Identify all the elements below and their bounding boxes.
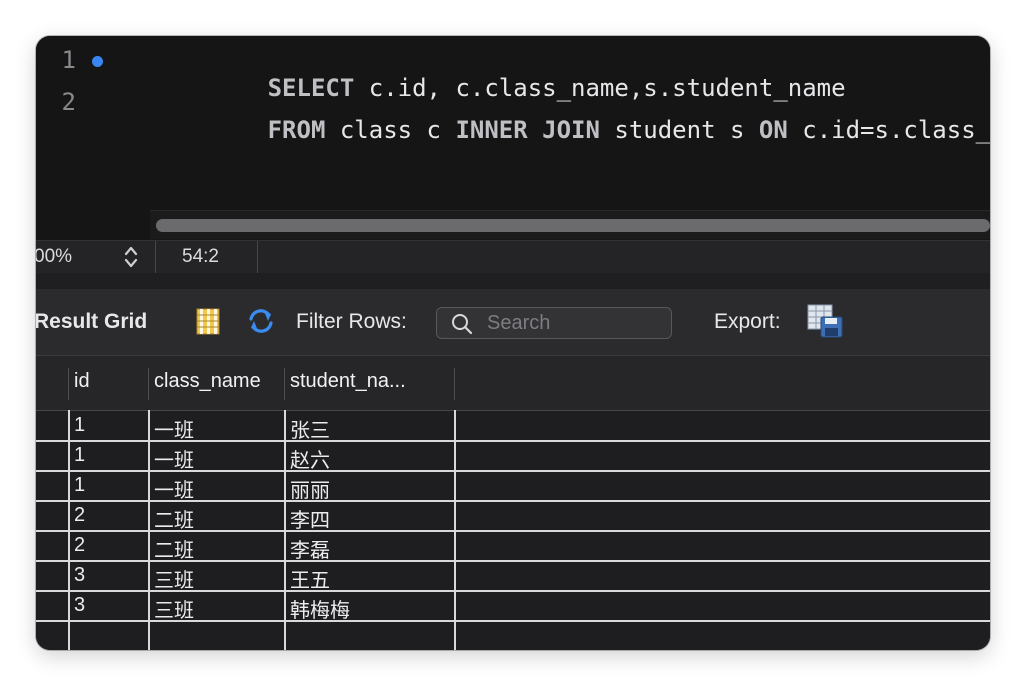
- cell-id[interactable]: 1: [74, 474, 85, 497]
- code-text: class c: [325, 116, 456, 144]
- cell-id[interactable]: 2: [74, 534, 85, 557]
- export-icon[interactable]: [806, 303, 844, 339]
- refresh-icon[interactable]: [246, 306, 276, 336]
- divider: [257, 241, 258, 273]
- table-row[interactable]: 2 二班 李磊: [36, 532, 990, 563]
- horizontal-scrollbar[interactable]: [150, 210, 990, 239]
- column-header-class-name[interactable]: class_name: [154, 370, 261, 393]
- sql-editor[interactable]: 1 SELECT c.id, c.class_name,s.student_na…: [36, 36, 990, 240]
- filter-rows-label: Filter Rows:: [296, 310, 407, 333]
- editor-line-1[interactable]: 1 SELECT c.id, c.class_name,s.student_na…: [36, 40, 990, 102]
- cell-student-name[interactable]: 丽丽: [290, 474, 330, 503]
- row-divider: [36, 470, 990, 472]
- cell-id[interactable]: 3: [74, 594, 85, 617]
- cell-class-name[interactable]: 二班: [154, 504, 194, 533]
- sql-keyword: FROM: [267, 116, 326, 144]
- cell-id[interactable]: 2: [74, 504, 85, 527]
- grid-header: id class_name student_na...: [36, 356, 990, 411]
- code-line: FROM class c INNER JOIN student s ON c.i…: [152, 88, 990, 172]
- cell-student-name[interactable]: 王五: [290, 564, 330, 593]
- cell-student-name[interactable]: 张三: [290, 414, 330, 443]
- sql-workbench-window: 1 SELECT c.id, c.class_name,s.student_na…: [36, 36, 990, 650]
- table-row[interactable]: 3 三班 韩梅梅: [36, 592, 990, 623]
- row-divider: [36, 440, 990, 442]
- cell-student-name[interactable]: 李四: [290, 504, 330, 533]
- column-divider[interactable]: [454, 368, 455, 400]
- search-icon: [452, 314, 473, 335]
- result-toolbar: Result Grid Filter Rows: Export:: [36, 289, 990, 356]
- row-divider: [36, 500, 990, 502]
- sql-keyword: INNER JOIN: [455, 116, 600, 144]
- table-row[interactable]: 2 二班 李四: [36, 502, 990, 533]
- column-divider: [68, 368, 69, 400]
- line-number: 1: [61, 46, 76, 74]
- scrollbar-thumb[interactable]: [156, 219, 990, 232]
- cell-id[interactable]: 3: [74, 564, 85, 587]
- line-number: 2: [61, 88, 76, 116]
- cell-student-name[interactable]: 赵六: [290, 444, 330, 473]
- column-divider[interactable]: [148, 368, 149, 400]
- row-divider: [36, 590, 990, 592]
- search-input[interactable]: [485, 310, 669, 336]
- table-row[interactable]: 1 一班 赵六: [36, 442, 990, 473]
- result-grid-tab[interactable]: Result Grid: [36, 310, 147, 334]
- panel-splitter[interactable]: [36, 273, 990, 289]
- result-grid[interactable]: id class_name student_na... 1 一班 张三 1 一班 赵六 1 一…: [36, 356, 990, 650]
- cell-class-name[interactable]: 一班: [154, 474, 194, 503]
- cell-id[interactable]: 1: [74, 414, 85, 437]
- stepper-arrows-icon[interactable]: [122, 243, 140, 271]
- table-row[interactable]: 3 三班 王五: [36, 562, 990, 593]
- sql-keyword: ON: [758, 116, 788, 144]
- row-divider: [36, 620, 990, 622]
- code-text: c.id=s.class_id: [802, 116, 990, 144]
- cell-student-name[interactable]: 韩梅梅: [290, 594, 350, 623]
- editor-status-bar: 00% 54:2: [36, 240, 990, 274]
- grid-view-icon[interactable]: [194, 306, 224, 336]
- export-label: Export:: [714, 310, 781, 333]
- editor-line-2[interactable]: 2 FROM class c INNER JOIN student s ON c…: [36, 82, 990, 144]
- cell-student-name[interactable]: 李磊: [290, 534, 330, 563]
- cell-id[interactable]: 1: [74, 444, 85, 467]
- cell-class-name[interactable]: 二班: [154, 534, 194, 563]
- cell-class-name[interactable]: 一班: [154, 444, 194, 473]
- cell-class-name[interactable]: 三班: [154, 564, 194, 593]
- cell-class-name[interactable]: 三班: [154, 594, 194, 623]
- breakpoint-dot-icon[interactable]: [92, 56, 103, 67]
- column-header-id[interactable]: id: [74, 370, 90, 393]
- table-row[interactable]: 1 一班 丽丽: [36, 472, 990, 503]
- cell-class-name[interactable]: 一班: [154, 414, 194, 443]
- row-divider: [36, 530, 990, 532]
- filter-search-field[interactable]: [436, 307, 672, 339]
- divider: [155, 241, 156, 273]
- code-text: student s: [599, 116, 759, 144]
- row-divider: [36, 560, 990, 562]
- column-divider[interactable]: [284, 368, 285, 400]
- column-header-student-name[interactable]: student_na...: [290, 370, 406, 393]
- zoom-level[interactable]: 00%: [36, 246, 72, 268]
- table-row[interactable]: 1 一班 张三: [36, 412, 990, 443]
- cursor-position: 54:2: [182, 246, 219, 267]
